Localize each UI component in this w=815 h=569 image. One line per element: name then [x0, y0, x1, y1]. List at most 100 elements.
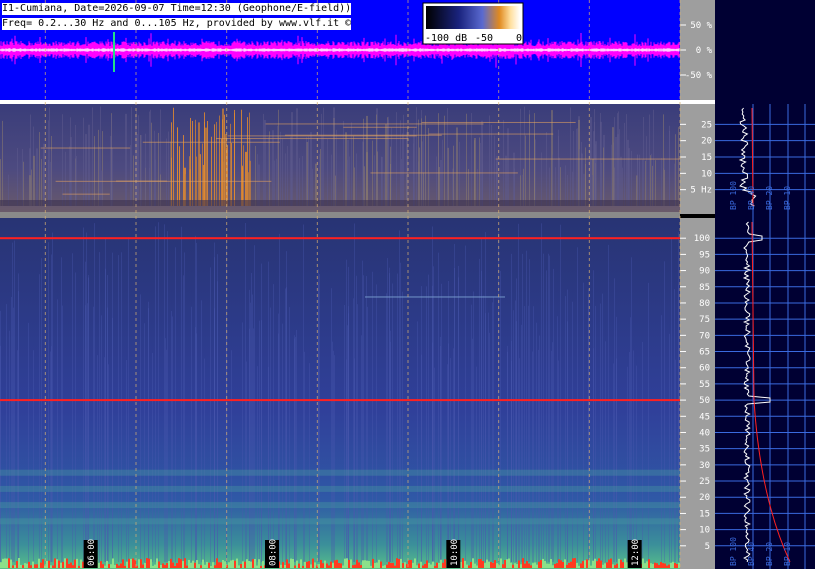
spectrogram-high-floor [294, 565, 296, 568]
spectrogram-low-streak [349, 156, 350, 206]
spectrogram-high-floor [214, 565, 216, 568]
spectrogram-low-streak [558, 136, 559, 206]
spectrogram-high-floor [8, 558, 10, 568]
spectrogram-high-floor [118, 565, 120, 568]
spectrogram-low-streak [646, 136, 647, 206]
spectrogram-high-floor [422, 565, 424, 568]
spectrogram-high-streak [9, 330, 10, 562]
spectrogram-low-streak [534, 113, 535, 206]
spectrogram-high-floor [108, 564, 110, 568]
spectrogram-high-streak [286, 251, 287, 562]
spectrogram-high-floor [338, 563, 340, 568]
spectrogram-low-streak [263, 113, 264, 206]
spectrogram-low-streak [619, 129, 620, 206]
spectrogram-high-streak [518, 223, 519, 562]
spectrogram-high-floor [260, 565, 262, 568]
spectrogram-high-floor [602, 564, 604, 568]
spectrogram-high-floor [572, 558, 574, 568]
spectrogram-high-floor [172, 562, 174, 568]
spectrogram-high-streak [390, 330, 391, 562]
spectrogram-low-tick-label: 5 Hz [690, 186, 712, 196]
spectrogram-high-floor [392, 562, 394, 568]
spectrogram-high-tick-label: 90 [699, 267, 710, 277]
spectrogram-low-streak [211, 136, 212, 206]
spectrogram-high-streak [108, 364, 109, 562]
spectrogram-low-streak [524, 106, 525, 206]
spectrogram-high-floor [48, 560, 50, 568]
spectrogram-high-streak [217, 254, 218, 562]
spectrogram-low-streak [626, 114, 627, 206]
spectrogram-high-floor [468, 565, 470, 568]
spectrogram-high-streak [546, 270, 547, 562]
spectrogram-high-floor [222, 559, 224, 568]
spectrogram-high-floor [380, 561, 382, 568]
spectrogram-low-streak [23, 161, 24, 206]
spectrogram-low-streak [190, 117, 191, 206]
spectrogram-high-streak [195, 235, 196, 562]
spectrogram-high-floor [624, 558, 626, 568]
spectrogram-high-streak [158, 222, 159, 563]
spectrogram-low-streak [100, 106, 101, 206]
spectrogram-high-floor [42, 559, 44, 568]
spectrogram-high-streak [551, 350, 552, 562]
spectrogram-low-streak [414, 128, 415, 206]
spectrogram-low-streak [343, 120, 344, 206]
spectrogram-high-floor [598, 558, 600, 568]
spectrogram-low-streak [489, 115, 490, 206]
spectrogram-high-floor [660, 561, 662, 568]
spectrogram-high-floor [492, 562, 494, 568]
spectrogram-high-streak [171, 311, 172, 562]
spectrogram-low-streak [627, 139, 629, 206]
spectrogram-high-streak [529, 259, 530, 562]
spectrogram-high-floor [562, 562, 564, 568]
spectrogram-high-floor [188, 559, 190, 568]
spectrogram-high-streak [167, 231, 168, 562]
spectrogram-low-streak [573, 130, 574, 206]
spectrogram-high-floor [578, 565, 580, 568]
spectrogram-high-floor [618, 558, 620, 568]
spectrogram-low-streak [615, 136, 617, 206]
spectrogram-high-streak [52, 232, 53, 562]
spectrogram-high-streak [334, 355, 335, 562]
spectrogram-high-floor [330, 561, 332, 568]
spectrogram-high-floor [510, 562, 512, 568]
spectrogram-high-streak [642, 341, 643, 562]
spectrogram-high-floor [74, 559, 76, 568]
spectrogram-high-floor [230, 560, 232, 568]
spectrogram-high-floor [244, 561, 246, 568]
spectrogram-high-streak [278, 313, 279, 562]
waveform-tick-label: 0 % [696, 46, 713, 56]
spectrogram-low-streak [224, 114, 225, 206]
spectrogram-high-streak [152, 352, 153, 562]
spectrogram-low-streak [661, 158, 662, 206]
spectrogram-high-streak [72, 253, 73, 563]
spectrogram-high-floor [298, 563, 300, 568]
spectrogram-high-floor [524, 563, 526, 568]
spectrogram-high-streak [577, 247, 578, 563]
spectrogram-high-floor [416, 565, 418, 568]
spectrogram-high-floor [356, 559, 358, 568]
spectrogram-high-floor [76, 558, 78, 568]
spectrogram-low-streak [418, 119, 419, 206]
spectrogram-high-floor [80, 559, 82, 568]
spectrogram-high-tick-label: 15 [699, 509, 710, 519]
spectrogram-high-streak [112, 252, 113, 563]
spectrogram-low-streak [614, 117, 615, 206]
spectrogram-low-streak [401, 158, 402, 206]
spectrogram-high-floor [582, 561, 584, 568]
spectrogram-high-streak [50, 351, 51, 562]
spectrogram-high-floor [346, 558, 348, 568]
spectrogram-low-streak [183, 135, 184, 206]
spectrogram-high-floor [462, 558, 464, 568]
spectrogram-high-floor [668, 564, 670, 568]
spectrogram-high-streak [304, 351, 305, 562]
spectrogram-high-streak [472, 338, 473, 562]
header-title: I1-Cumiana, Date=2026-09-07 Time=12:30 (… [2, 3, 352, 15]
spectrogram-high-streak [282, 323, 283, 562]
spectrogram-high-streak [557, 316, 558, 562]
spectrogram-low-streak [241, 109, 242, 206]
spectrogram-high-floor [676, 564, 678, 568]
spectrogram-high-streak [86, 232, 87, 562]
spectrogram-high-streak [519, 358, 520, 562]
spectrogram-low-streak [331, 154, 332, 206]
